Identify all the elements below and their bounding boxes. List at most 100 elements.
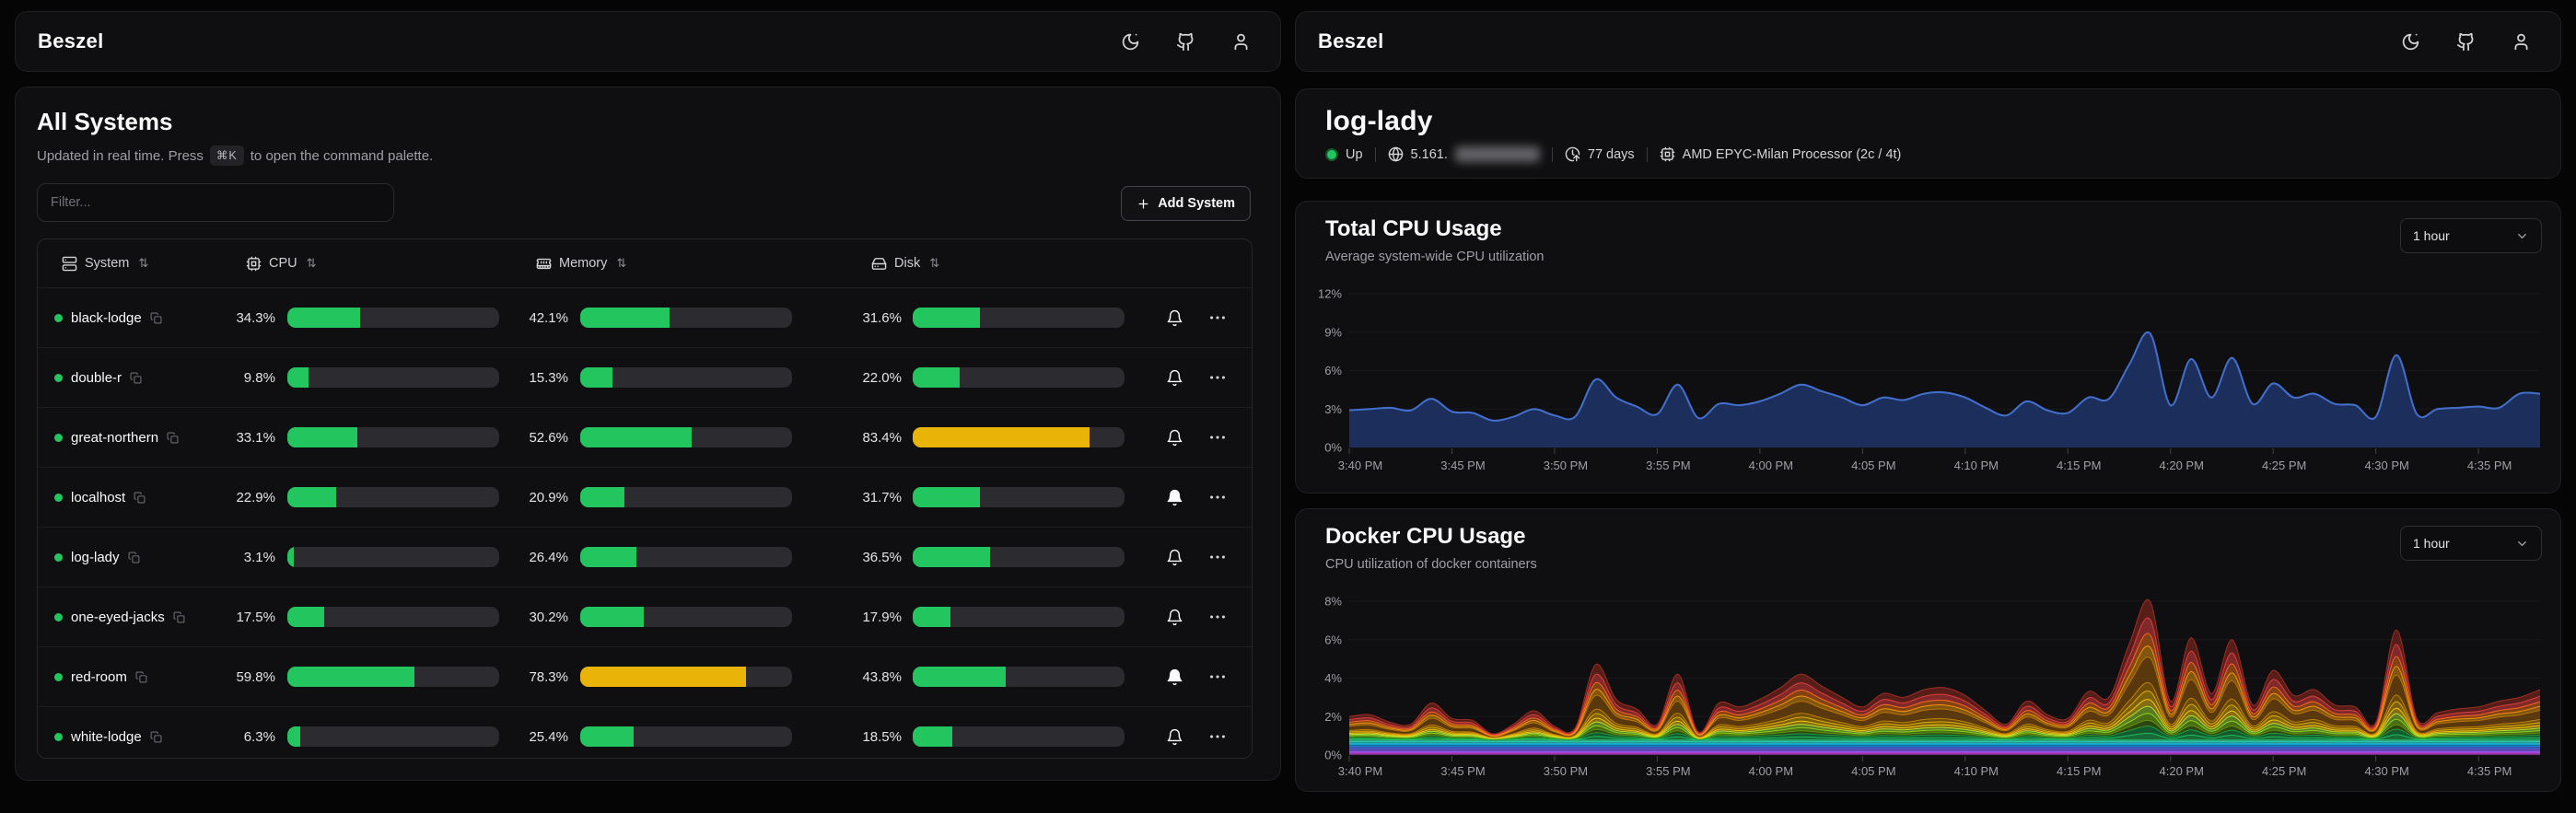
hard-drive-icon <box>871 256 887 272</box>
copy-icon[interactable] <box>173 611 185 623</box>
alerts-bell-button[interactable] <box>1166 369 1183 387</box>
system-row[interactable]: great-northern 33.1% 52.6% 83.4% <box>38 407 1252 467</box>
cpu-percent: 59.8% <box>225 669 275 685</box>
user-menu-button[interactable] <box>2505 26 2536 57</box>
row-menu-button[interactable] <box>1207 427 1228 447</box>
row-menu-button[interactable] <box>1207 367 1228 388</box>
ellipsis-icon <box>1207 487 1228 507</box>
add-system-button[interactable]: Add System <box>1121 186 1251 221</box>
system-info-card: log-lady Up 5.161. 77 days AMD EPYC-Mila… <box>1295 88 2561 179</box>
cpu-meter <box>287 547 499 567</box>
theme-toggle-button[interactable] <box>1114 26 1146 57</box>
system-row[interactable]: double-r 9.8% 15.3% 22.0% <box>38 347 1252 407</box>
cpu-percent: 22.9% <box>225 490 275 505</box>
system-row[interactable]: red-room 59.8% 78.3% 43.8% <box>38 646 1252 706</box>
column-header-cpu[interactable]: CPU ⇅ <box>246 239 317 287</box>
cpu-model-label: AMD EPYC-Milan Processor (2c / 4t) <box>1683 147 1902 162</box>
memory-percent: 20.9% <box>520 490 568 505</box>
column-label: Disk <box>894 256 920 271</box>
system-row[interactable]: one-eyed-jacks 17.5% 30.2% 17.9% <box>38 587 1252 646</box>
disk-percent: 22.0% <box>854 370 902 386</box>
plus-icon <box>1136 197 1150 211</box>
row-menu-button[interactable] <box>1207 726 1228 747</box>
memory-stick-icon <box>536 256 552 272</box>
alerts-bell-button[interactable] <box>1166 309 1183 327</box>
moon-star-icon <box>2401 32 2420 52</box>
copy-icon[interactable] <box>134 492 146 504</box>
uptime-item: 77 days <box>1565 146 1635 162</box>
svg-text:0%: 0% <box>1324 441 1342 455</box>
svg-text:4:00 PM: 4:00 PM <box>1749 459 1793 472</box>
memory-percent: 52.6% <box>520 430 568 446</box>
row-menu-button[interactable] <box>1207 308 1228 328</box>
copy-icon[interactable] <box>135 671 147 683</box>
svg-text:0%: 0% <box>1324 749 1342 762</box>
memory-meter <box>580 667 792 687</box>
system-name-cell: one-eyed-jacks <box>38 610 225 625</box>
header-actions <box>2395 26 2536 57</box>
memory-meter <box>580 427 792 447</box>
github-button[interactable] <box>1170 26 1201 57</box>
cpu-meter <box>287 607 499 627</box>
memory-meter <box>580 547 792 567</box>
disk-meter <box>913 367 1125 388</box>
row-menu-button[interactable] <box>1207 487 1228 507</box>
uptime-label: 77 days <box>1588 147 1635 162</box>
copy-icon[interactable] <box>150 731 162 743</box>
system-row[interactable]: localhost 22.9% 20.9% 31.7% <box>38 467 1252 527</box>
system-name-cell: localhost <box>38 490 225 505</box>
sort-icon: ⇅ <box>616 256 626 271</box>
ip-redacted <box>1455 146 1540 162</box>
github-button[interactable] <box>2450 26 2481 57</box>
alerts-bell-button[interactable] <box>1166 668 1183 686</box>
cpu-percent: 3.1% <box>225 550 275 565</box>
filter-input[interactable] <box>37 183 394 222</box>
svg-text:4:35 PM: 4:35 PM <box>2467 459 2512 472</box>
memory-meter <box>580 308 792 328</box>
alerts-bell-button[interactable] <box>1166 429 1183 447</box>
system-name: red-room <box>71 669 127 685</box>
svg-text:12%: 12% <box>1318 287 1342 301</box>
row-menu-button[interactable] <box>1207 667 1228 687</box>
system-row[interactable]: white-lodge 6.3% 25.4% 18.5% <box>38 706 1252 759</box>
system-name: localhost <box>71 490 125 505</box>
all-systems-panel: All Systems Updated in real time. Press … <box>15 87 1281 781</box>
row-menu-button[interactable] <box>1207 607 1228 627</box>
system-name-cell: log-lady <box>38 550 225 565</box>
disk-percent: 31.7% <box>854 490 902 505</box>
svg-text:3:40 PM: 3:40 PM <box>1338 459 1382 472</box>
status-dot <box>54 374 63 382</box>
total-cpu-card: Total CPU Usage Average system-wide CPU … <box>1295 201 2561 494</box>
copy-icon[interactable] <box>150 312 162 324</box>
column-header-memory[interactable]: Memory ⇅ <box>536 239 626 287</box>
ellipsis-icon <box>1207 726 1228 747</box>
system-row[interactable]: log-lady 3.1% 26.4% 36.5% <box>38 527 1252 587</box>
system-name: black-lodge <box>71 310 142 326</box>
system-name: double-r <box>71 370 122 386</box>
alerts-bell-button[interactable] <box>1166 728 1183 746</box>
copy-icon[interactable] <box>130 372 142 384</box>
cpu-icon <box>246 256 262 272</box>
cpu-model-item: AMD EPYC-Milan Processor (2c / 4t) <box>1660 146 1902 162</box>
alerts-bell-button[interactable] <box>1166 489 1183 506</box>
copy-icon[interactable] <box>128 552 140 563</box>
systems-table-body: black-lodge 34.3% 42.1% 31.6% double-r <box>38 287 1252 759</box>
system-status-row: Up 5.161. 77 days AMD EPYC-Milan Process… <box>1325 146 1901 162</box>
memory-meter <box>580 726 792 747</box>
alerts-bell-button[interactable] <box>1166 549 1183 566</box>
theme-toggle-button[interactable] <box>2395 26 2426 57</box>
divider <box>1552 147 1553 162</box>
user-menu-button[interactable] <box>1225 26 1256 57</box>
row-menu-button[interactable] <box>1207 547 1228 567</box>
page-title: All Systems <box>37 108 172 136</box>
column-header-system[interactable]: System ⇅ <box>62 239 148 287</box>
svg-text:6%: 6% <box>1324 364 1342 377</box>
system-row[interactable]: black-lodge 34.3% 42.1% 31.6% <box>38 287 1252 347</box>
alerts-bell-button[interactable] <box>1166 609 1183 626</box>
status-dot <box>54 673 63 681</box>
svg-text:4:05 PM: 4:05 PM <box>1851 459 1895 472</box>
divider <box>1647 147 1648 162</box>
row-actions <box>1125 487 1252 507</box>
copy-icon[interactable] <box>167 432 179 444</box>
column-header-disk[interactable]: Disk ⇅ <box>871 239 939 287</box>
